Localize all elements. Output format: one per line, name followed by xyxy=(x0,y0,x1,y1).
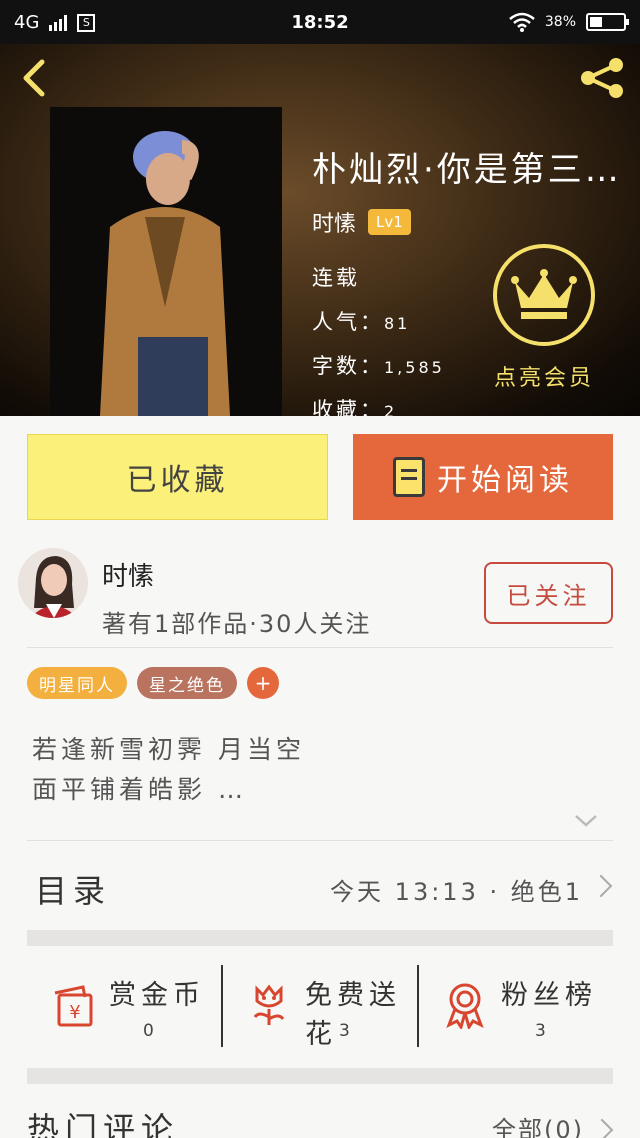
vip-button[interactable]: 点亮会员 xyxy=(488,244,600,392)
word-count-row: 字数：1,585 xyxy=(312,350,445,380)
popularity-label: 人气： xyxy=(312,310,384,334)
popularity-value: 81 xyxy=(384,314,411,333)
fan-ranking-count: 3 xyxy=(535,1021,546,1041)
avatar-image xyxy=(18,548,88,618)
share-icon[interactable] xyxy=(578,56,626,100)
favorited-label: 已收藏 xyxy=(126,463,229,498)
chevron-right-icon[interactable] xyxy=(590,1118,614,1138)
svg-text:¥: ¥ xyxy=(69,1002,80,1023)
toc-label: 目录 xyxy=(35,872,112,910)
book-icon xyxy=(393,457,425,497)
cover-image xyxy=(50,107,282,416)
followed-button[interactable]: 已关注 xyxy=(484,562,613,624)
hot-comments-title: 热门评论 xyxy=(27,1110,180,1138)
favorited-button[interactable]: 已收藏 xyxy=(27,434,328,520)
reward-coins-label: 赏金币 xyxy=(109,980,205,1011)
section-gap xyxy=(27,930,613,946)
tag-item[interactable]: 星之绝色 xyxy=(137,667,237,699)
table-of-contents-row[interactable]: 目录 今天 13:13 · 绝色1 xyxy=(27,840,613,930)
description-line: 面平铺着皓影 … xyxy=(32,775,247,804)
reward-coins-count: 0 xyxy=(143,1021,154,1041)
flower-icon xyxy=(253,984,285,1025)
followed-label: 已关注 xyxy=(506,581,591,610)
start-reading-label: 开始阅读 xyxy=(437,463,573,498)
vip-label: 点亮会员 xyxy=(493,366,594,391)
favorites-row: 收藏：2 xyxy=(312,394,397,416)
level-badge: Lv1 xyxy=(368,209,411,235)
red-envelope-icon: ¥ xyxy=(54,985,93,1027)
fan-ranking-label: 粉丝榜 xyxy=(501,980,597,1011)
book-description: 若逢新雪初霁 月当空 面平铺着皓影 … xyxy=(32,730,602,810)
all-comments-link[interactable]: 全部(0) xyxy=(492,1110,584,1138)
word-count-label: 字数： xyxy=(312,354,384,378)
send-flowers-count: 3 xyxy=(339,1021,350,1041)
latest-chapter: 今天 13:13 · 绝色1 xyxy=(330,878,583,906)
back-icon[interactable] xyxy=(18,58,52,98)
book-cover[interactable] xyxy=(50,107,282,416)
medal-icon xyxy=(446,983,484,1029)
battery-percent: 38% xyxy=(544,14,576,30)
popularity-row: 人气：81 xyxy=(312,306,410,336)
vip-circle xyxy=(493,244,595,346)
description-line: 若逢新雪初霁 月当空 xyxy=(32,735,305,764)
author-name[interactable]: 时愫 xyxy=(102,556,154,593)
fan-ranking-button[interactable]: 粉丝榜 3 xyxy=(419,955,613,1065)
author-avatar[interactable] xyxy=(18,548,88,618)
book-title: 朴灿烈·你是第三… xyxy=(312,150,622,190)
favorites-label: 收藏： xyxy=(312,398,384,416)
author-stats: 著有1部作品·30人关注 xyxy=(102,610,372,638)
wifi-icon xyxy=(509,12,535,32)
reward-coins-button[interactable]: ¥ 赏金币 0 xyxy=(27,955,221,1065)
send-flowers-label: 免费送花 xyxy=(305,980,401,1050)
book-header: 朴灿烈·你是第三… 时愫 Lv1 连载 人气：81 字数：1,585 收藏：2 … xyxy=(0,44,640,416)
book-author[interactable]: 时愫 xyxy=(312,206,356,238)
chevron-right-icon xyxy=(589,874,613,898)
interaction-bar: ¥ 赏金币 0 免费送花 3 粉丝榜 3 xyxy=(27,955,613,1065)
chevron-down-icon[interactable] xyxy=(572,810,600,832)
status-bar: 4G S 18:52 38% xyxy=(0,0,640,44)
crown-icon xyxy=(511,269,577,319)
tag-item[interactable]: 明星同人 xyxy=(27,667,127,699)
tag-list: 明星同人 星之绝色 + xyxy=(27,667,279,699)
section-gap xyxy=(27,1068,613,1084)
word-count-value: 1,585 xyxy=(384,358,445,377)
serial-status: 连载 xyxy=(312,266,360,290)
divider xyxy=(27,647,613,648)
battery-icon xyxy=(586,13,629,31)
start-reading-button[interactable]: 开始阅读 xyxy=(353,434,613,520)
add-tag-button[interactable]: + xyxy=(247,667,279,699)
book-author-line: 时愫 Lv1 xyxy=(312,206,411,238)
send-flowers-button[interactable]: 免费送花 3 xyxy=(223,955,417,1065)
favorites-value: 2 xyxy=(384,402,398,416)
